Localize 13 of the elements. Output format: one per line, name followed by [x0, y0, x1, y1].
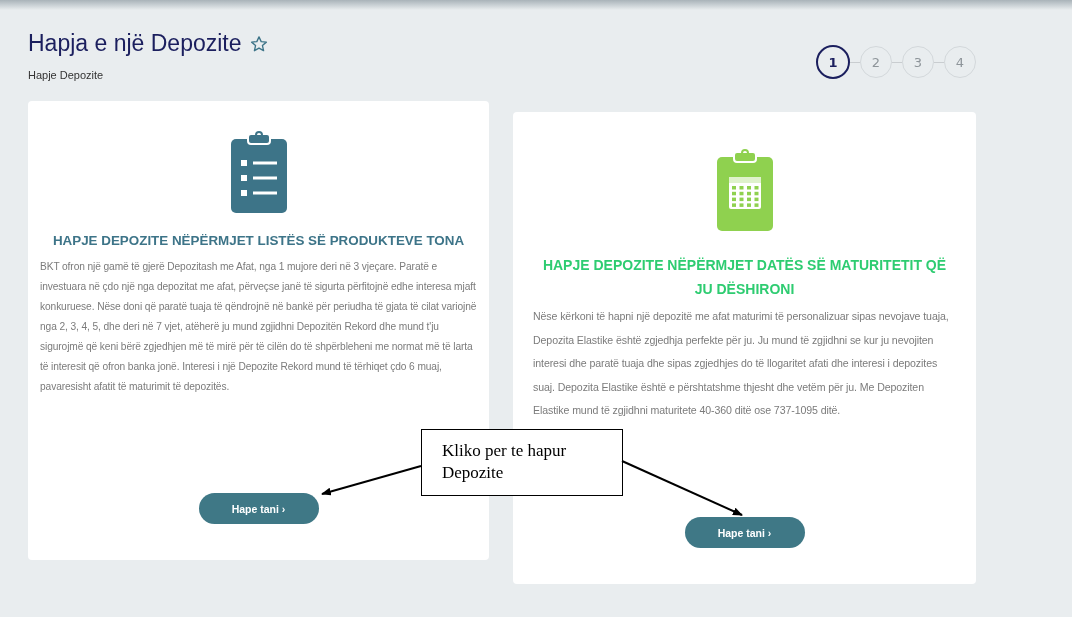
open-now-button[interactable]: Hape tani ›	[198, 493, 319, 524]
card-description: BKT ofron një gamë të gjerë Depozitash me Afat, nga 1 mujore deri në 3 vjeçare. Paratë e investuara në çdo një nga depozitat me afat, përveçse janë të sigurta përfitojnë edhe interesa mjaft konkuruese. Nëse doni që paratë tuaja të qëndrojnë në bankë për periudha të gjata të cilat variojnë nga 2, 3, 4, 5, dhe deri në 7 vjet, atëherë ju mund zgjidhni Depozitën Rekord dhe mund t'ju sigurojmë që keni bërë zgjedhjen më të mirë për të cilën do të shpërbleheni me normat më të larta të interesit që ofron banka jonë. Interesi i një Depozite Rekord mund të tërhiqet çdo 6 muaj, pavaresisht afatit të maturimit të depozitës.	[40, 260, 477, 394]
step-indicator: 1	[816, 45, 850, 79]
clipboard-calendar-icon	[716, 149, 773, 231]
open-now-button[interactable]: Hape tani ›	[684, 517, 805, 548]
card-title: HAPJE DEPOZITE NËPËRMJET LISTËS SË PRODUKTEVE TONA	[52, 232, 465, 250]
page-title: Hapja e një Depozite	[28, 30, 242, 57]
star-icon[interactable]	[249, 34, 268, 53]
clipboard-checklist-icon	[230, 131, 287, 213]
callout-box: Kliko per te hapur Depozite	[421, 429, 623, 496]
breadcrumb: Hapje Depozite	[28, 69, 105, 81]
card-description: Nëse kërkoni të hapni një depozitë me afat maturimi të personalizuar sipas nevojave tuaja, Depozita Elastike është zgjedhja perfekte për ju. Ju mund të zgjidhni se kur ju nevojiten interesi dhe paratë tuaja dhe sipas zgjedhjes do të llogaritet afati dhe interesi i depozites suaj. Depozita Elastike është e përshtatshme thjesht dhe vetëm për ju. Me Depoziten Elastike mund të zgjidhni maturitete 40-360 ditë ose 737-1095 ditë.	[533, 309, 950, 418]
card-title: HAPJE DEPOZITE NËPËRMJET DATËS SË MATURITETIT QË JU DËSHIRONI	[541, 256, 948, 299]
